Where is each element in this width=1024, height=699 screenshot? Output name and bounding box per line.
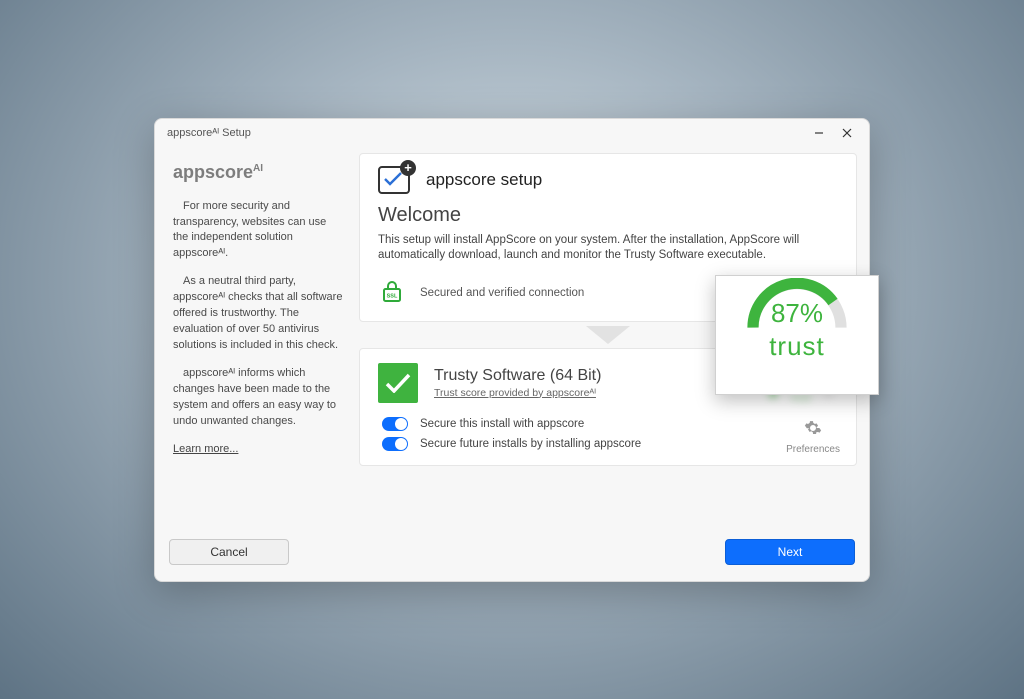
secure-connection-text: Secured and verified connection: [420, 287, 584, 299]
app-setup-title: appscore setup: [426, 170, 542, 190]
preferences-label: Preferences: [786, 444, 840, 455]
secure-this-install-toggle[interactable]: [382, 417, 408, 431]
setup-window: appscoreᴬᴵ Setup appscoreAI For more sec…: [154, 118, 870, 582]
next-button[interactable]: Next: [725, 539, 855, 565]
preferences-button[interactable]: Preferences: [786, 419, 840, 455]
svg-text:SSL: SSL: [387, 293, 398, 299]
sidebar-para-2: As a neutral third party, appscoreᴬᴵ che…: [173, 274, 343, 354]
close-button[interactable]: [833, 123, 861, 143]
checkmark-icon: [378, 363, 418, 403]
gear-icon: [804, 419, 822, 442]
secure-this-install-label: Secure this install with appscore: [420, 418, 584, 430]
trust-score-link[interactable]: Trust score provided by appscoreᴬᴵ: [434, 387, 601, 399]
titlebar: appscoreᴬᴵ Setup: [155, 119, 869, 147]
minimize-button[interactable]: [805, 123, 833, 143]
secure-future-installs-toggle[interactable]: [382, 437, 408, 451]
learn-more-link[interactable]: Learn more...: [173, 442, 343, 458]
welcome-description: This setup will install AppScore on your…: [378, 233, 838, 264]
trust-gauge-popout: 87% trust: [715, 275, 879, 395]
software-name: Trusty Software (64 Bit): [434, 367, 601, 385]
cancel-button[interactable]: Cancel: [169, 539, 289, 565]
footer: Cancel Next: [155, 531, 869, 581]
welcome-heading: Welcome: [378, 204, 838, 227]
trust-label: trust: [769, 331, 825, 362]
sidebar-para-3: appscoreᴬᴵ informs which changes have be…: [173, 366, 343, 430]
arrow-down-icon: [586, 326, 630, 344]
plus-badge-icon: +: [400, 160, 416, 176]
sidebar: appscoreAI For more security and transpa…: [167, 153, 345, 531]
lock-icon: SSL: [382, 280, 402, 307]
brand-logo: appscoreAI: [173, 159, 343, 185]
secure-future-installs-label: Secure future installs by installing app…: [420, 438, 641, 450]
app-icon: +: [378, 166, 410, 194]
sidebar-para-1: For more security and transparency, webs…: [173, 199, 343, 263]
window-title: appscoreᴬᴵ Setup: [167, 127, 251, 139]
